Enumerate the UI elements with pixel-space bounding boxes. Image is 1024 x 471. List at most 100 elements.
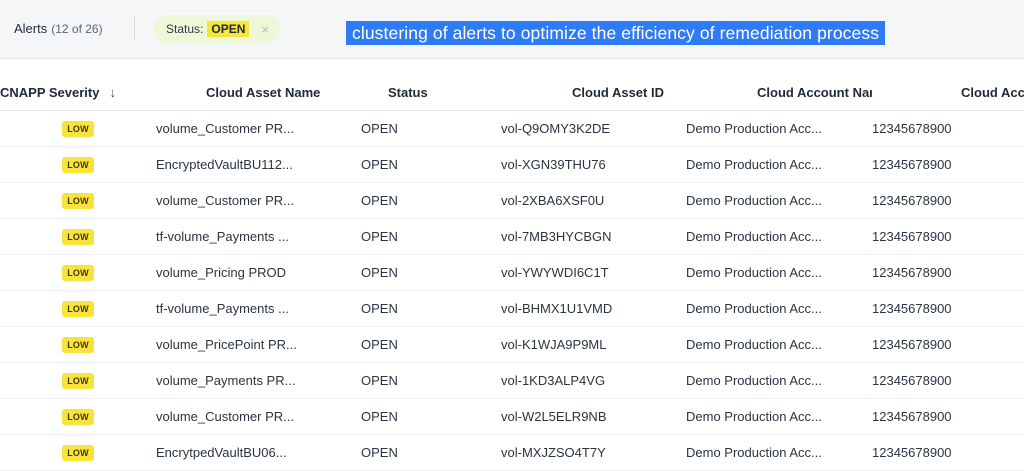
- table-body: LOW volume_Customer PR... OPEN vol-Q9OMY…: [0, 110, 1024, 471]
- asset-name-cell: EncrytpedVaultBU06...: [156, 434, 361, 471]
- account-name-cell: Demo Production Acc...: [686, 254, 872, 291]
- asset-name-cell: volume_Customer PR...: [156, 110, 361, 147]
- table-row[interactable]: LOW EncryptedVaultBU112... OPEN vol-XGN3…: [0, 146, 1024, 183]
- alerts-count: (12 of 26): [51, 22, 103, 36]
- severity-badge: LOW: [62, 265, 94, 281]
- column-header-status[interactable]: Status: [361, 74, 501, 111]
- status-cell: OPEN: [361, 434, 501, 471]
- filter-label: Status:: [166, 22, 204, 36]
- table-row[interactable]: LOW EncrytpedVaultBU06... OPEN vol-MXJZS…: [0, 434, 1024, 471]
- filter-value: OPEN: [207, 21, 250, 37]
- table-row[interactable]: LOW volume_Payments PR... OPEN vol-1KD3A…: [0, 362, 1024, 399]
- status-cell: OPEN: [361, 182, 501, 219]
- asset-name-cell: volume_PricePoint PR...: [156, 326, 361, 363]
- account-name-cell: Demo Production Acc...: [686, 218, 872, 255]
- alerts-title: Alerts (12 of 26): [14, 21, 103, 36]
- severity-badge: LOW: [62, 337, 94, 353]
- table-row[interactable]: LOW tf-volume_Payments ... OPEN vol-7MB3…: [0, 218, 1024, 255]
- status-cell: OPEN: [361, 254, 501, 291]
- status-cell: OPEN: [361, 218, 501, 255]
- severity-badge: LOW: [62, 409, 94, 425]
- account-id-cell: 12345678900: [872, 398, 1024, 435]
- status-cell: OPEN: [361, 146, 501, 183]
- annotation-banner: clustering of alerts to optimize the eff…: [346, 21, 886, 45]
- asset-name-cell: volume_Payments PR...: [156, 362, 361, 399]
- asset-id-cell: vol-W2L5ELR9NB: [501, 398, 686, 435]
- asset-id-cell: vol-2XBA6XSF0U: [501, 182, 686, 219]
- toolbar-divider: [134, 15, 135, 41]
- severity-badge: LOW: [62, 445, 94, 461]
- account-id-cell: 12345678900: [872, 146, 1024, 183]
- table-row[interactable]: LOW volume_PricePoint PR... OPEN vol-K1W…: [0, 326, 1024, 363]
- column-header-asset-name[interactable]: Cloud Asset Name: [156, 74, 361, 111]
- account-name-cell: Demo Production Acc...: [686, 182, 872, 219]
- severity-badge: LOW: [62, 301, 94, 317]
- severity-badge: LOW: [62, 229, 94, 245]
- severity-cell: LOW: [0, 290, 156, 327]
- severity-cell: LOW: [0, 182, 156, 219]
- account-id-cell: 12345678900: [872, 110, 1024, 147]
- account-name-cell: Demo Production Acc...: [686, 326, 872, 363]
- severity-cell: LOW: [0, 218, 156, 255]
- table-row[interactable]: LOW tf-volume_Payments ... OPEN vol-BHMX…: [0, 290, 1024, 327]
- severity-cell: LOW: [0, 146, 156, 183]
- account-id-cell: 12345678900: [872, 182, 1024, 219]
- account-name-cell: Demo Production Acc...: [686, 434, 872, 471]
- severity-badge: LOW: [62, 193, 94, 209]
- severity-cell: LOW: [0, 110, 156, 147]
- alerts-table: CNAPP Severity ↓ Cloud Asset Name Status …: [0, 74, 1024, 471]
- account-name-cell: Demo Production Acc...: [686, 290, 872, 327]
- asset-name-cell: tf-volume_Payments ...: [156, 218, 361, 255]
- asset-name-cell: EncryptedVaultBU112...: [156, 146, 361, 183]
- table-header-row: CNAPP Severity ↓ Cloud Asset Name Status …: [0, 74, 1024, 111]
- asset-name-cell: volume_Pricing PROD: [156, 254, 361, 291]
- alerts-title-label: Alerts: [14, 21, 48, 36]
- account-id-cell: 12345678900: [872, 290, 1024, 327]
- column-header-severity[interactable]: CNAPP Severity ↓: [0, 74, 156, 111]
- status-filter-chip[interactable]: Status: OPEN ×: [154, 15, 281, 43]
- account-name-cell: Demo Production Acc...: [686, 398, 872, 435]
- column-header-asset-id[interactable]: Cloud Asset ID: [501, 74, 686, 111]
- status-cell: OPEN: [361, 398, 501, 435]
- column-header-account-name[interactable]: Cloud Account Name: [686, 74, 872, 111]
- table-row[interactable]: LOW volume_Pricing PROD OPEN vol-YWYWDI6…: [0, 254, 1024, 291]
- asset-id-cell: vol-Q9OMY3K2DE: [501, 110, 686, 147]
- status-cell: OPEN: [361, 362, 501, 399]
- account-id-cell: 12345678900: [872, 218, 1024, 255]
- account-name-cell: Demo Production Acc...: [686, 146, 872, 183]
- asset-id-cell: vol-YWYWDI6C1T: [501, 254, 686, 291]
- asset-id-cell: vol-BHMX1U1VMD: [501, 290, 686, 327]
- account-name-cell: Demo Production Acc...: [686, 110, 872, 147]
- asset-id-cell: vol-K1WJA9P9ML: [501, 326, 686, 363]
- severity-cell: LOW: [0, 254, 156, 291]
- asset-name-cell: volume_Customer PR...: [156, 182, 361, 219]
- asset-name-cell: tf-volume_Payments ...: [156, 290, 361, 327]
- status-cell: OPEN: [361, 110, 501, 147]
- alerts-toolbar: Alerts (12 of 26) Status: OPEN × clusteri…: [0, 0, 1024, 59]
- asset-id-cell: vol-MXJZSO4T7Y: [501, 434, 686, 471]
- asset-id-cell: vol-1KD3ALP4VG: [501, 362, 686, 399]
- table-row[interactable]: LOW volume_Customer PR... OPEN vol-Q9OMY…: [0, 110, 1024, 147]
- severity-cell: LOW: [0, 362, 156, 399]
- severity-badge: LOW: [62, 373, 94, 389]
- account-id-cell: 12345678900: [872, 434, 1024, 471]
- asset-id-cell: vol-7MB3HYCBGN: [501, 218, 686, 255]
- column-header-account-id[interactable]: Cloud Accou: [872, 74, 1024, 111]
- close-icon[interactable]: ×: [261, 22, 269, 37]
- account-id-cell: 12345678900: [872, 254, 1024, 291]
- account-id-cell: 12345678900: [872, 326, 1024, 363]
- table-row[interactable]: LOW volume_Customer PR... OPEN vol-2XBA6…: [0, 182, 1024, 219]
- table-row[interactable]: LOW volume_Customer PR... OPEN vol-W2L5E…: [0, 398, 1024, 435]
- sort-down-icon[interactable]: ↓: [109, 85, 116, 100]
- status-cell: OPEN: [361, 326, 501, 363]
- account-name-cell: Demo Production Acc...: [686, 362, 872, 399]
- severity-cell: LOW: [0, 326, 156, 363]
- status-cell: OPEN: [361, 290, 501, 327]
- severity-badge: LOW: [62, 121, 94, 137]
- column-header-severity-label: CNAPP Severity: [0, 84, 100, 100]
- severity-cell: LOW: [0, 434, 156, 471]
- asset-name-cell: volume_Customer PR...: [156, 398, 361, 435]
- account-id-cell: 12345678900: [872, 362, 1024, 399]
- severity-badge: LOW: [62, 157, 94, 173]
- severity-cell: LOW: [0, 398, 156, 435]
